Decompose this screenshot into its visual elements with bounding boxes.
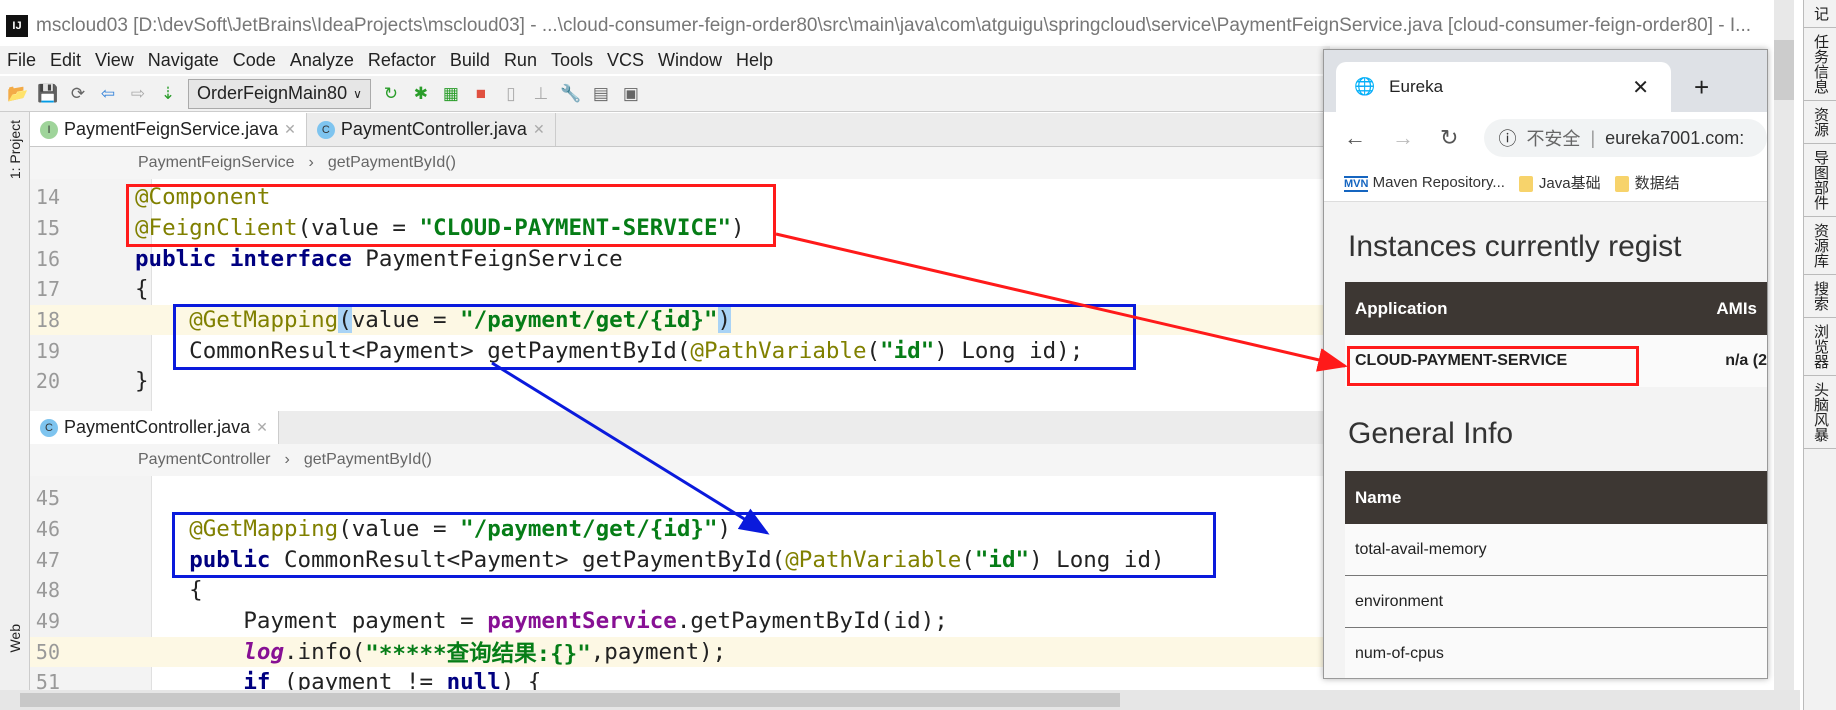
blue-arrow <box>491 361 770 535</box>
annotation-arrows <box>491 232 1348 535</box>
red-arrow <box>775 232 1348 372</box>
